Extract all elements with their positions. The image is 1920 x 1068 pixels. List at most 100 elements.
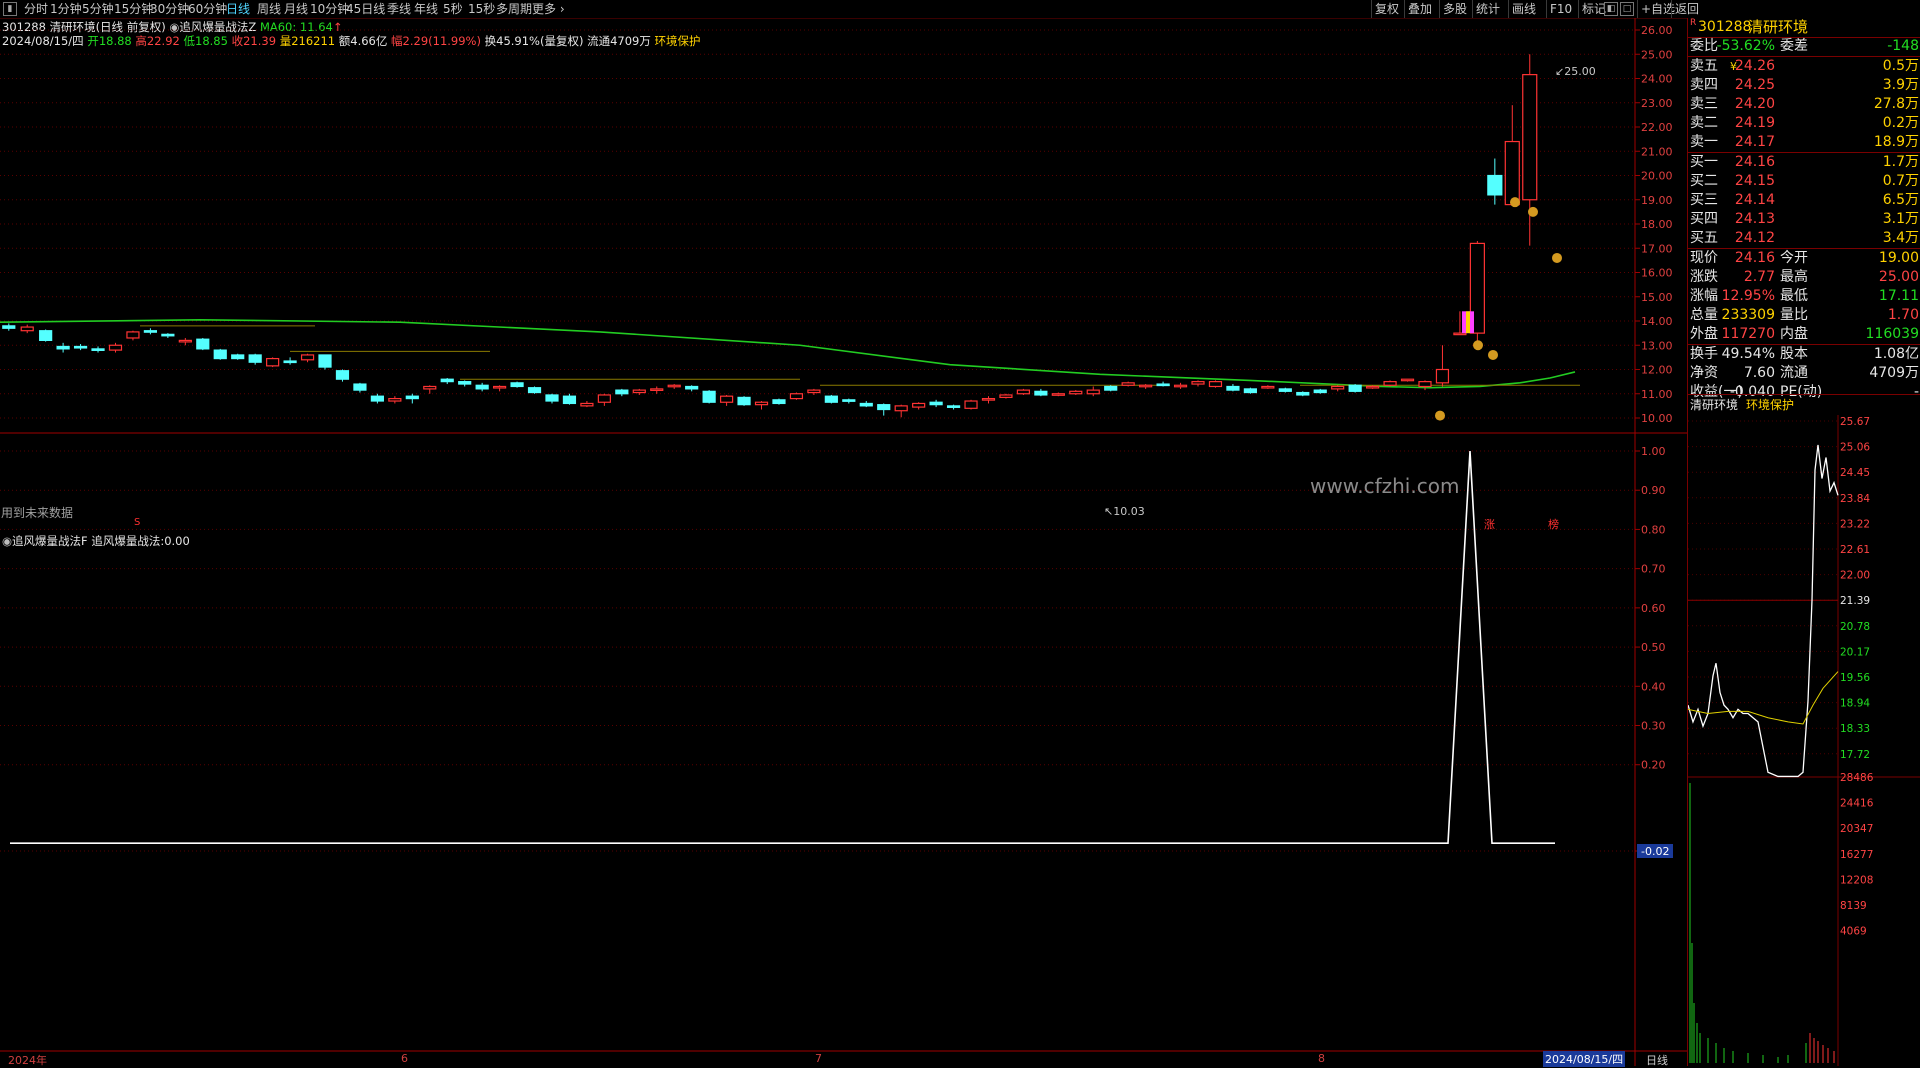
sub-indicator-label: 追风爆量战法: [91,534,165,548]
y-tick-label: 24.00 [1641,73,1673,86]
toolbar-button-4[interactable]: 画线 [1512,1,1536,17]
bid-row[interactable]: 买三 24.14 6.5万 [1688,191,1920,210]
weibi-row: 委比 -53.62% 委差 -148 [1688,37,1920,56]
ask-row[interactable]: 卖四 24.25 3.9万 [1688,76,1920,95]
weibi-label: 委比 [1690,38,1718,54]
bid-price: 24.12 [1734,230,1775,246]
mini-price-tick: 24.45 [1840,467,1870,479]
mini-price-tick: 25.06 [1840,442,1870,454]
toolbar-button-5[interactable]: F10 [1550,1,1572,17]
period-tab-9[interactable]: 10分钟 [310,1,349,17]
toolbar-button-2[interactable]: 多股 [1443,1,1467,17]
sub-y-tick-label: 0.90 [1641,484,1666,497]
period-tab-8[interactable]: 月线 [284,1,308,17]
stat-row-label2: 量比 [1780,307,1808,323]
kline-chart-area[interactable]: 26.00 25.00 24.00 23.00 22.00 21.00 20.00 19.00… [0,18,1687,1066]
period-tab-13[interactable]: 5秒 [443,1,463,17]
bid-price: 24.13 [1734,211,1775,227]
period-tab-3[interactable]: 15分钟 [114,1,153,17]
stat-row-value2: 19.00 [1878,250,1919,266]
toolbar-button-3[interactable]: 统计 [1476,1,1500,17]
stat2-row: 换手 49.54% 股本 1.08亿 [1688,345,1920,364]
ask-vol: 0.5万 [1882,58,1919,74]
candle-body [1104,385,1118,391]
period-tab-16[interactable]: 更多 › [532,1,565,17]
stat2-row-value2: 4709万 [1869,365,1919,381]
ask-row[interactable]: 卖二 24.19 0.2万 [1688,114,1920,133]
period-toolbar: ▮ 分时 1分钟 5分钟 15分钟 30分钟 60分钟 日线 周线 月线 10分钟 45日线 季线 年线… [0,0,1920,19]
bid-row[interactable]: 买二 24.15 0.7万 [1688,172,1920,191]
ma60-line [0,318,1576,389]
sub-indicator-title[interactable]: 追风爆量战法F [12,534,88,548]
bid-price: 24.14 [1734,192,1775,208]
candle-body [632,389,646,394]
period-tab-0[interactable]: 分时 [24,1,48,17]
stat-row: 现价 24.16 今开 19.00 [1688,249,1920,268]
period-tab-1[interactable]: 1分钟 [50,1,82,17]
bid-vol: 1.7万 [1882,154,1919,170]
low-price-marker: ↖10.03 [1104,505,1145,518]
sub-indicator-icon[interactable]: ◉ [2,534,12,548]
toolbar-separator [1508,0,1509,18]
mini-price-tick: 20.17 [1840,646,1870,658]
candle-body [946,405,961,408]
y-tick-label: 21.00 [1641,145,1673,158]
period-tab-15[interactable]: 多周期 [496,1,532,17]
toggle-icon[interactable]: ◧ [1604,2,1618,16]
quote-code: 301288 [1698,19,1752,35]
candle-body [877,404,891,411]
stat-row-label2: 最低 [1780,288,1808,304]
high-arrow-icon: ↙ [1555,65,1565,78]
candle-body [1034,390,1048,396]
bid-row[interactable]: 买一 24.16 1.7万 [1688,153,1920,172]
toolbar-button-6[interactable]: 标记 [1582,1,1606,17]
candle-body [423,385,437,390]
toolbar-button-0[interactable]: 复权 [1375,1,1399,17]
ask-row[interactable]: 卖三 24.20 27.8万 [1688,95,1920,114]
mini-concept: 环境保护 [1746,398,1795,412]
candle-body [39,330,53,342]
stat2-row-label2: 股本 [1780,346,1808,362]
sub-y-tick-label: -0.02 [1641,845,1669,858]
candle-body [894,405,908,412]
period-tab-6[interactable]: 日线 [226,1,250,17]
bid-row[interactable]: 买五 24.12 3.4万 [1688,229,1920,248]
stat2-row-label: 换手 [1690,346,1718,362]
mini-price-tick: 18.94 [1840,698,1870,710]
period-tab-4[interactable]: 30分钟 [150,1,189,17]
candle-body [353,383,367,391]
period-tab-10[interactable]: 45日线 [346,1,385,17]
candle-body [650,388,664,391]
period-tab-11[interactable]: 季线 [387,1,411,17]
stat2-row-value: 7.60 [1743,365,1775,381]
toolbar-separator [1637,0,1638,18]
bid-label: 买二 [1690,173,1718,189]
money-bag-icon [1488,349,1498,360]
period-tab-5[interactable]: 60分钟 [188,1,227,17]
sub-y-tick-label: 0.50 [1641,641,1666,654]
bid-row[interactable]: 买四 24.13 3.1万 [1688,210,1920,229]
period-tab-12[interactable]: 年线 [414,1,438,17]
menu-icon[interactable]: ▮ [3,2,17,16]
stat2-row: 净资 7.60 流通 4709万 [1688,364,1920,383]
window-icon[interactable]: □ [1620,2,1634,16]
toolbar-button-7[interactable]: +自选 [1641,1,1675,17]
candle-body [1278,388,1292,392]
candle-body [1348,384,1362,392]
period-tab-7[interactable]: 周线 [257,1,281,17]
toolbar-separator [1546,0,1547,18]
ask-row[interactable]: 卖一 24.17 18.9万 [1688,133,1920,152]
candle-body [1400,378,1415,382]
period-tab-2[interactable]: 5分钟 [82,1,114,17]
ask-row[interactable]: 卖五 ¥24.26 0.5万 [1688,57,1920,76]
intraday-mini-chart[interactable]: 25.67 25.06 24.45 23.84 23.22 22.61 22.00 21.39… [1688,415,1920,1066]
ask-price: 24.17 [1734,134,1775,150]
period-tab-14[interactable]: 15秒 [468,1,495,17]
mini-price-tick: 25.67 [1840,416,1870,428]
candle-body [1366,385,1380,389]
toolbar-button-1[interactable]: 叠加 [1408,1,1432,17]
sub-indicator-line [10,450,1555,844]
stat-row-label2: 内盘 [1780,326,1808,342]
candle-body [1522,74,1538,201]
stat-row-label: 涨幅 [1690,288,1718,304]
